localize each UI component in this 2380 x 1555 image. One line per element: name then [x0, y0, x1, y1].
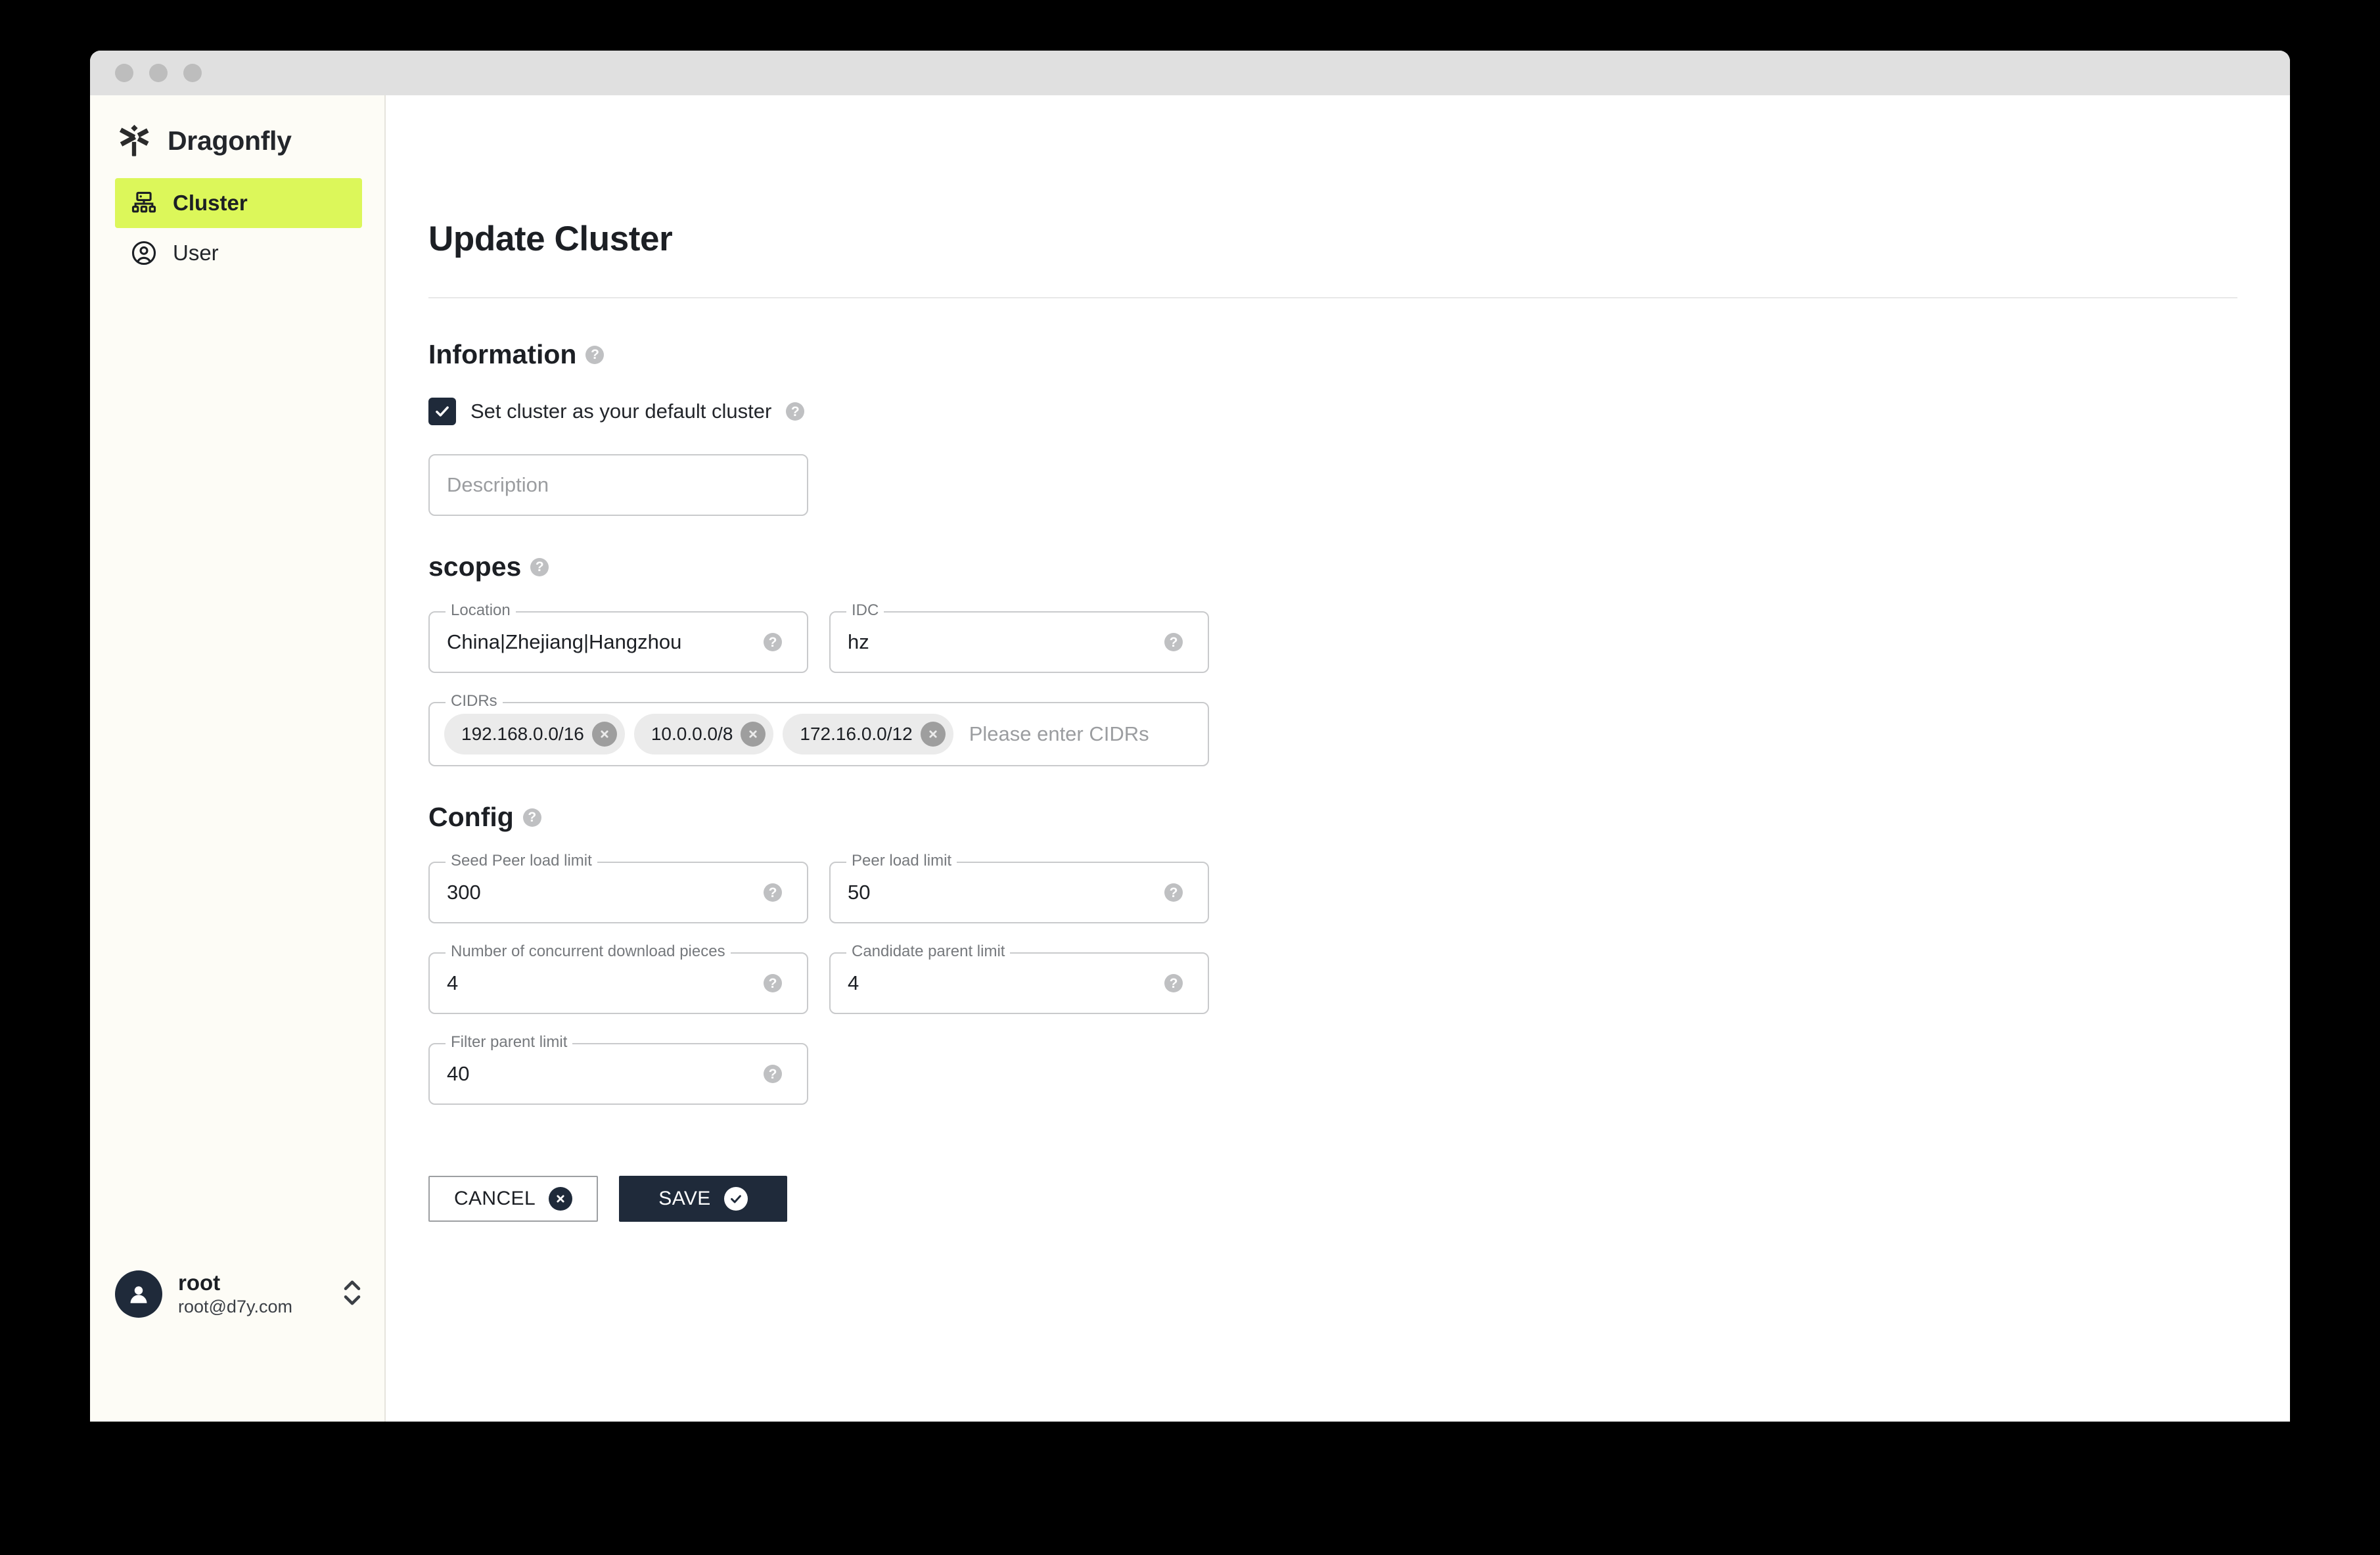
seed-peer-load-limit-value: 300	[447, 881, 481, 904]
config-row-3: Filter parent limit 40 ?	[428, 1034, 2290, 1105]
window-body: Dragonfly Cluster User root root@d7y.com…	[90, 95, 2290, 1422]
app-window: Dragonfly Cluster User root root@d7y.com…	[90, 51, 2290, 1422]
cidr-chip: 172.16.0.0/12	[783, 714, 953, 754]
sidebar-item-cluster-label: Cluster	[173, 191, 248, 215]
concurrent-download-pieces-input[interactable]: Number of concurrent download pieces 4 ?	[428, 944, 808, 1014]
peer-load-limit-value: 50	[848, 881, 871, 904]
default-cluster-checkbox-row: Set cluster as your default cluster ?	[428, 398, 2290, 425]
help-icon[interactable]: ?	[1164, 633, 1183, 651]
dragonfly-logo-icon	[115, 122, 153, 160]
close-icon[interactable]	[920, 722, 946, 747]
config-row-2: Number of concurrent download pieces 4 ?…	[428, 944, 2290, 1014]
sidebar-item-user-label: User	[173, 241, 219, 265]
peer-load-limit-col: Peer load limit 50 ?	[829, 853, 1209, 923]
sidebar-user-email: root@d7y.com	[178, 1297, 292, 1317]
filter-parent-limit-input[interactable]: Filter parent limit 40 ?	[428, 1034, 808, 1105]
sidebar-item-cluster[interactable]: Cluster	[115, 178, 362, 228]
seed-peer-load-limit-col: Seed Peer load limit 300 ?	[428, 853, 808, 923]
filter-parent-limit-col: Filter parent limit 40 ?	[428, 1034, 808, 1105]
brand-name: Dragonfly	[168, 125, 292, 156]
main-content: Update Cluster Information ? Set cluster…	[386, 95, 2290, 1422]
description-input-placeholder: Description	[447, 473, 549, 496]
window-maximize-button[interactable]	[183, 64, 202, 82]
close-circle-icon	[549, 1187, 573, 1211]
avatar	[115, 1270, 162, 1318]
config-row-1: Seed Peer load limit 300 ? Peer load lim…	[428, 853, 2290, 923]
location-field-col: Location China|Zhejiang|Hangzhou ?	[428, 603, 808, 673]
scopes-row: Location China|Zhejiang|Hangzhou ? IDC h…	[428, 603, 2290, 673]
help-icon[interactable]: ?	[585, 345, 605, 364]
default-cluster-checkbox-label: Set cluster as your default cluster	[470, 400, 772, 423]
window-close-button[interactable]	[115, 64, 133, 82]
sidebar-nav: Cluster User	[90, 178, 384, 278]
brand: Dragonfly	[90, 95, 384, 156]
help-icon[interactable]: ?	[786, 402, 805, 421]
cidrs-placeholder: Please enter CIDRs	[969, 722, 1149, 745]
sidebar: Dragonfly Cluster User root root@d7y.com	[90, 95, 386, 1422]
cluster-icon	[129, 189, 158, 218]
sidebar-user-meta: root root@d7y.com	[178, 1270, 327, 1317]
candidate-parent-limit-value: 4	[848, 971, 859, 994]
cidr-chip: 10.0.0.0/8	[633, 714, 774, 754]
form-actions: CANCEL SAVE	[428, 1176, 2290, 1222]
location-input[interactable]: Location China|Zhejiang|Hangzhou ?	[428, 603, 808, 673]
window-minimize-button[interactable]	[149, 64, 168, 82]
cidr-chip-label: 192.168.0.0/16	[461, 724, 584, 744]
cancel-button[interactable]: CANCEL	[428, 1176, 598, 1222]
close-icon[interactable]	[591, 722, 617, 747]
cidr-chip: 192.168.0.0/16	[444, 714, 625, 754]
idc-value: hz	[848, 630, 869, 653]
sidebar-user-name: root	[178, 1270, 221, 1295]
description-input[interactable]: Description	[428, 454, 808, 516]
cancel-button-label: CANCEL	[453, 1188, 536, 1209]
section-information-title: Information	[428, 339, 577, 369]
help-icon[interactable]: ?	[764, 633, 782, 651]
help-icon[interactable]: ?	[764, 974, 782, 992]
title-divider	[428, 297, 2237, 298]
section-scopes-title: scopes	[428, 551, 522, 582]
section-information-header: Information ?	[428, 339, 2290, 370]
concurrent-download-pieces-col: Number of concurrent download pieces 4 ?	[428, 944, 808, 1014]
user-circle-icon	[129, 239, 158, 267]
save-button[interactable]: SAVE	[619, 1176, 787, 1222]
page-title: Update Cluster	[428, 220, 673, 258]
window-titlebar	[90, 51, 2290, 95]
help-icon[interactable]: ?	[1164, 974, 1183, 992]
sidebar-item-user[interactable]: User	[115, 228, 362, 278]
help-icon[interactable]: ?	[1164, 883, 1183, 902]
cidr-chip-label: 172.16.0.0/12	[800, 724, 913, 744]
close-icon[interactable]	[741, 722, 766, 747]
section-config-title: Config	[428, 802, 514, 832]
sidebar-user-block[interactable]: root root@d7y.com	[115, 1270, 362, 1318]
save-button-label: SAVE	[658, 1188, 711, 1209]
cidrs-input[interactable]: CIDRs 192.168.0.0/16 10.0.0.0/8 172.16.0…	[428, 693, 1209, 766]
cidrs-legend: CIDRs	[446, 693, 503, 709]
idc-field-col: IDC hz ?	[829, 603, 1209, 673]
help-icon[interactable]: ?	[530, 557, 549, 576]
filter-parent-limit-value: 40	[447, 1062, 470, 1085]
help-icon[interactable]: ?	[764, 1065, 782, 1083]
check-circle-icon	[723, 1187, 748, 1211]
location-value: China|Zhejiang|Hangzhou	[447, 630, 682, 653]
section-scopes-header: scopes ?	[428, 551, 2290, 582]
candidate-parent-limit-input[interactable]: Candidate parent limit 4 ?	[829, 944, 1209, 1014]
help-icon[interactable]: ?	[764, 883, 782, 902]
seed-peer-load-limit-input[interactable]: Seed Peer load limit 300 ?	[428, 853, 808, 923]
peer-load-limit-input[interactable]: Peer load limit 50 ?	[829, 853, 1209, 923]
help-icon[interactable]: ?	[522, 808, 541, 827]
section-config-header: Config ?	[428, 802, 2290, 833]
concurrent-download-pieces-value: 4	[447, 971, 459, 994]
candidate-parent-limit-col: Candidate parent limit 4 ?	[829, 944, 1209, 1014]
chevron-up-down-icon[interactable]	[342, 1273, 362, 1316]
default-cluster-checkbox[interactable]	[428, 398, 456, 425]
cidr-chip-label: 10.0.0.0/8	[651, 724, 733, 744]
idc-input[interactable]: IDC hz ?	[829, 603, 1209, 673]
